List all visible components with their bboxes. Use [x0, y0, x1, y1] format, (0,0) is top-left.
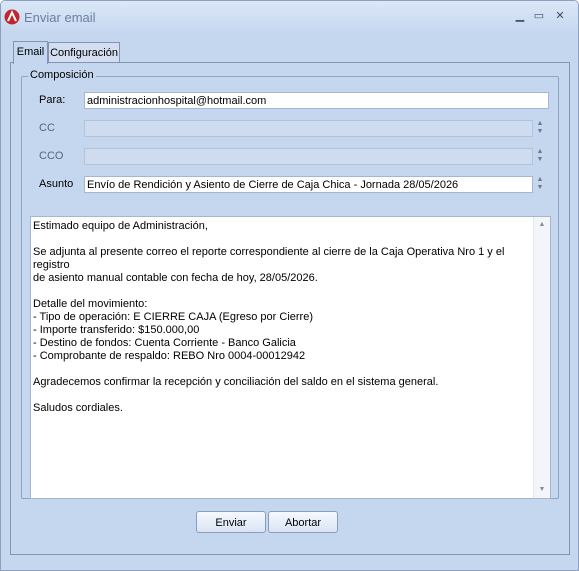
to-field[interactable]: administracionhospital@hotmail.com [84, 92, 549, 109]
cc-label: CC [39, 122, 55, 134]
tab-configuracion[interactable]: Configuración [48, 42, 120, 63]
title-bar: Enviar email ▁ ▭ ✕ [1, 1, 578, 31]
email-tab-panel: Composición Para: administracionhospital… [10, 62, 570, 555]
to-label: Para: [39, 94, 66, 106]
message-body-area[interactable]: Estimado equipo de Administración, Se ad… [30, 216, 551, 499]
spin-up-icon: ▲ [536, 176, 544, 183]
abort-button[interactable]: Abortar [268, 511, 338, 533]
subject-dropdown-spin[interactable]: ▲ ▼ [533, 176, 547, 193]
maximize-button[interactable]: ▭ [530, 7, 548, 25]
send-button[interactable]: Enviar [196, 511, 266, 533]
subject-label: Asunto [39, 178, 74, 190]
scroll-up-icon[interactable]: ▲ [534, 218, 550, 232]
spin-down-icon: ▼ [536, 128, 544, 135]
scroll-down-icon[interactable]: ▼ [534, 483, 550, 497]
cco-dropdown-spin[interactable]: ▲ ▼ [533, 148, 547, 165]
spin-up-icon: ▲ [536, 120, 544, 127]
tab-email[interactable]: Email [13, 41, 48, 64]
spin-up-icon: ▲ [536, 148, 544, 155]
composition-group: Composición Para: administracionhospital… [21, 69, 559, 499]
cc-dropdown-spin[interactable]: ▲ ▼ [533, 120, 547, 137]
message-body-text[interactable]: Estimado equipo de Administración, Se ad… [33, 220, 528, 415]
app-logo-icon [4, 9, 20, 25]
message-body-scrollbar[interactable]: ▲ ▼ [533, 217, 550, 498]
composition-group-title: Composición [28, 69, 96, 81]
subject-field[interactable]: Envío de Rendición y Asiento de Cierre d… [84, 176, 533, 193]
window-title: Enviar email [24, 10, 96, 25]
spin-down-icon: ▼ [536, 156, 544, 163]
cc-field[interactable] [84, 120, 533, 137]
close-button[interactable]: ✕ [551, 7, 569, 25]
cco-field[interactable] [84, 148, 533, 165]
cco-label: CCO [39, 150, 64, 162]
spin-down-icon: ▼ [536, 184, 544, 191]
email-window: Enviar email ▁ ▭ ✕ Email Configuración C… [0, 0, 579, 571]
minimize-button[interactable]: ▁ [511, 7, 529, 25]
